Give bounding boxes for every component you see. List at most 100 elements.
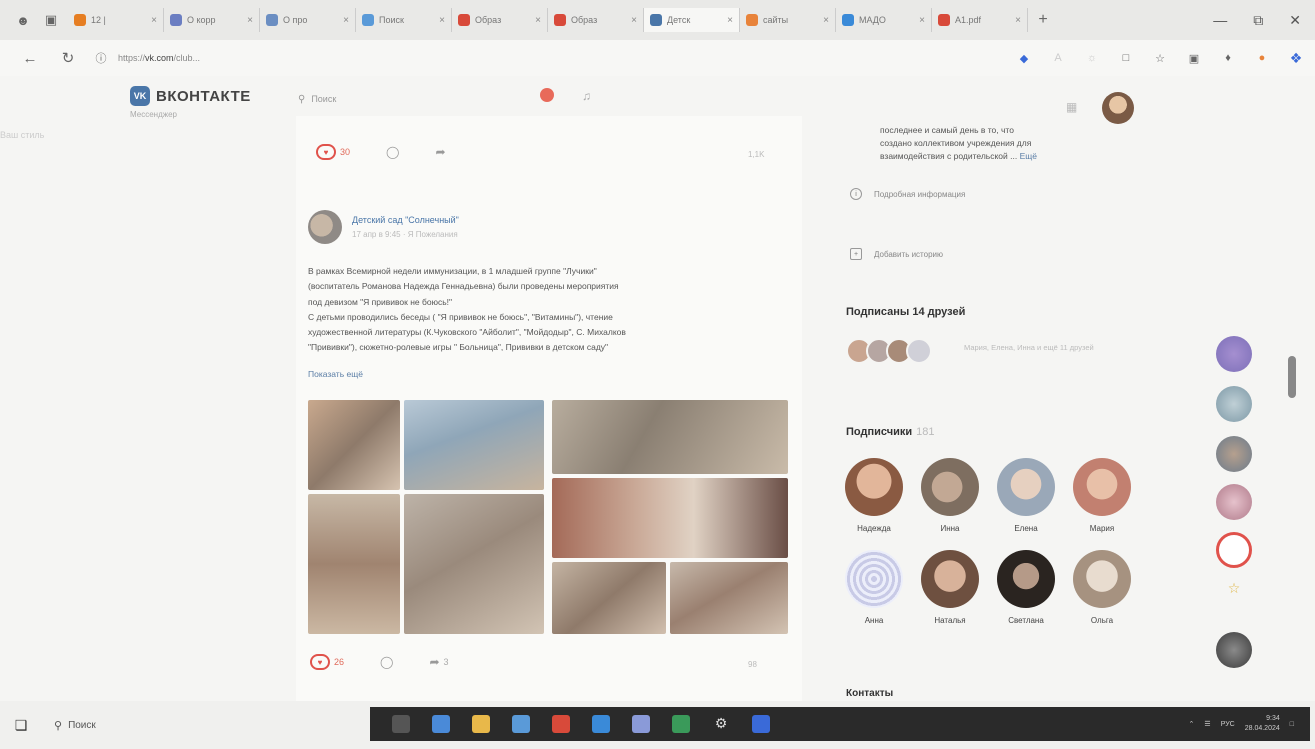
- browser-tab[interactable]: А1.pdf ×: [932, 8, 1028, 32]
- reload-icon[interactable]: ↻: [56, 49, 80, 67]
- split-view-icon[interactable]: □: [1119, 51, 1133, 65]
- url-field[interactable]: https://vk.com/club...: [118, 53, 200, 63]
- extension-blue-icon[interactable]: ◆: [1017, 51, 1031, 65]
- chat-avatar[interactable]: [1216, 386, 1252, 422]
- browser-tab[interactable]: 12 | ×: [68, 8, 164, 32]
- follower-item[interactable]: Елена: [994, 458, 1058, 533]
- minimize-icon[interactable]: —: [1213, 12, 1227, 29]
- tab-close-icon[interactable]: ×: [151, 15, 157, 26]
- follower-item[interactable]: Анна: [842, 550, 906, 625]
- back-icon[interactable]: ←: [18, 50, 42, 67]
- tab-close-icon[interactable]: ×: [823, 15, 829, 26]
- clock[interactable]: 9:34 28.04.2024: [1245, 714, 1280, 734]
- language-indicator[interactable]: РУС: [1221, 721, 1235, 728]
- tab-close-icon[interactable]: ×: [919, 15, 925, 26]
- chat-avatar[interactable]: [1216, 632, 1252, 668]
- search-input[interactable]: ⚲ Поиск: [298, 88, 518, 110]
- follower-item[interactable]: Наталья: [918, 550, 982, 625]
- network-icon[interactable]: ☰: [1204, 720, 1210, 728]
- follower-item[interactable]: Мария: [1070, 458, 1134, 533]
- post-photo[interactable]: [552, 478, 788, 558]
- task-view-icon[interactable]: [392, 715, 410, 733]
- restore-icon[interactable]: ⧉: [1253, 12, 1263, 29]
- word-icon[interactable]: [752, 715, 770, 733]
- post-author-avatar[interactable]: [308, 210, 342, 244]
- show-more-link[interactable]: Показать ещё: [308, 369, 363, 379]
- contacts-section-title[interactable]: Контакты: [846, 688, 893, 699]
- copilot-icon[interactable]: ❖: [1289, 50, 1303, 66]
- browser-icon[interactable]: [592, 715, 610, 733]
- post-photo[interactable]: [670, 562, 788, 634]
- post-photo[interactable]: [308, 400, 400, 490]
- follower-item[interactable]: Светлана: [994, 550, 1058, 625]
- like-icon[interactable]: ♥: [310, 654, 330, 670]
- post-photo[interactable]: [552, 562, 666, 634]
- close-window-icon[interactable]: ✕: [1289, 12, 1301, 29]
- chat-avatar[interactable]: [1216, 336, 1252, 372]
- tab-actions-icon[interactable]: ▣: [40, 9, 62, 31]
- friends-avatars[interactable]: [846, 338, 932, 364]
- chat-avatar[interactable]: [1216, 484, 1252, 520]
- tab-close-icon[interactable]: ×: [247, 15, 253, 26]
- browser-tab[interactable]: сайты ×: [740, 8, 836, 32]
- music-icon[interactable]: ♫: [582, 89, 591, 103]
- browser-tab[interactable]: Детск ×: [644, 8, 740, 32]
- extensions-icon[interactable]: ♦: [1221, 51, 1235, 65]
- share-icon[interactable]: ➦: [435, 145, 445, 159]
- profile-icon[interactable]: ☻: [12, 9, 34, 31]
- mail-icon[interactable]: [512, 715, 530, 733]
- store-icon[interactable]: [632, 715, 650, 733]
- excel-icon[interactable]: [672, 715, 690, 733]
- notifications-icon[interactable]: ●: [1255, 51, 1269, 65]
- taskbar-search[interactable]: ⚲ Поиск: [54, 719, 96, 732]
- tab-close-icon[interactable]: ×: [439, 15, 445, 26]
- windows-start-icon[interactable]: ❏: [0, 701, 42, 749]
- like-icon[interactable]: ♥: [316, 144, 336, 160]
- browser-tab[interactable]: МАДО ×: [836, 8, 932, 32]
- pdf-reader-icon[interactable]: [552, 715, 570, 733]
- new-tab-button[interactable]: +: [1032, 11, 1054, 29]
- tab-close-icon[interactable]: ×: [343, 15, 349, 26]
- share-icon[interactable]: ➦: [429, 655, 439, 669]
- read-icon[interactable]: ☼: [1085, 51, 1099, 65]
- widgets-icon[interactable]: [432, 715, 450, 733]
- follower-item[interactable]: Ольга: [1070, 550, 1134, 625]
- browser-tab[interactable]: О корр ×: [164, 8, 260, 32]
- browser-tab[interactable]: О про ×: [260, 8, 356, 32]
- vk-logo[interactable]: VK ВКОНТАКТЕ: [130, 86, 251, 106]
- post-photo[interactable]: [404, 494, 544, 634]
- follower-item[interactable]: Инна: [918, 458, 982, 533]
- tab-close-icon[interactable]: ×: [727, 15, 733, 26]
- browser-tab[interactable]: Образ ×: [452, 8, 548, 32]
- favorite-star-icon[interactable]: ☆: [1153, 51, 1167, 65]
- tab-close-icon[interactable]: ×: [1015, 15, 1021, 26]
- translate-icon[interactable]: A: [1051, 51, 1065, 65]
- post-photo[interactable]: [308, 494, 400, 634]
- friends-section-title[interactable]: Подписаны 14 друзей: [846, 306, 965, 318]
- comment-icon[interactable]: ◯: [386, 145, 399, 159]
- chat-avatar[interactable]: [1216, 436, 1252, 472]
- file-explorer-icon[interactable]: [472, 715, 490, 733]
- follower-item[interactable]: Надежда: [842, 458, 906, 533]
- description-more-link[interactable]: Ещё: [1020, 151, 1037, 161]
- add-story-link[interactable]: + Добавить историю: [850, 248, 943, 260]
- notification-center-icon[interactable]: □: [1290, 721, 1294, 728]
- collections-icon[interactable]: ▣: [1187, 51, 1201, 65]
- detail-info-link[interactable]: i Подробная информация: [850, 188, 965, 200]
- tab-close-icon[interactable]: ×: [631, 15, 637, 26]
- tab-close-icon[interactable]: ×: [535, 15, 541, 26]
- apps-grid-icon[interactable]: ▦: [1066, 100, 1077, 114]
- page-scrollbar[interactable]: [1288, 356, 1296, 398]
- post-photo[interactable]: [552, 400, 788, 474]
- post-photo[interactable]: [404, 400, 544, 490]
- comment-icon[interactable]: ◯: [380, 655, 393, 669]
- browser-tab[interactable]: Образ ×: [548, 8, 644, 32]
- site-info-icon[interactable]: ⓘ: [94, 51, 108, 65]
- star-icon[interactable]: ☆: [1224, 580, 1244, 600]
- followers-section-title[interactable]: Подписчики 181: [846, 426, 934, 438]
- notification-bell-icon[interactable]: [540, 88, 554, 102]
- browser-tab[interactable]: Поиск ×: [356, 8, 452, 32]
- settings-icon[interactable]: ⚙: [712, 715, 730, 733]
- tray-arrow-icon[interactable]: ⌃: [1189, 720, 1195, 728]
- app-icon[interactable]: [1216, 532, 1252, 568]
